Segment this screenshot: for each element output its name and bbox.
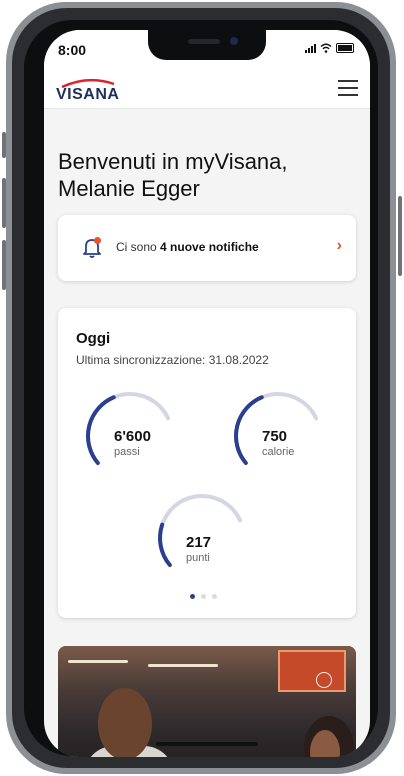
promo-image-card[interactable] xyxy=(58,646,356,757)
side-button-mute xyxy=(2,132,6,158)
person-head xyxy=(98,688,152,757)
app-header: VISANA xyxy=(44,70,370,109)
notifications-count: 4 nuove notifiche xyxy=(160,240,259,254)
pagination-dot[interactable] xyxy=(190,594,195,599)
hamburger-menu-button[interactable] xyxy=(338,80,358,98)
wifi-icon xyxy=(320,43,332,53)
last-sync-label: Ultima sincronizzazione: 31.08.2022 xyxy=(76,353,269,367)
points-gauge: 217 punti xyxy=(152,488,252,572)
steps-gauge: 6'600 passi xyxy=(80,386,180,470)
home-indicator[interactable] xyxy=(156,742,258,746)
side-button-volume-up xyxy=(2,178,6,228)
carousel-pagination xyxy=(190,594,217,599)
steps-value: 6'600 xyxy=(114,428,151,445)
signal-icon xyxy=(305,43,316,53)
phone-screen: 8:00 VISANA Benvenuti in myVisana, Melan… xyxy=(44,30,370,757)
battery-icon xyxy=(336,43,354,53)
calories-label: calorie xyxy=(262,446,295,458)
speaker xyxy=(188,39,220,44)
logo-text: VISANA xyxy=(56,86,120,103)
side-button-power xyxy=(398,196,402,276)
gauge-progress-arc xyxy=(86,395,116,465)
today-title: Oggi xyxy=(76,330,111,347)
notifications-card[interactable]: Ci sono 4 nuove notifiche › xyxy=(58,215,356,281)
calories-value: 750 xyxy=(262,428,288,445)
play-circle-icon[interactable] xyxy=(316,672,332,688)
notifications-prefix: Ci sono xyxy=(116,240,161,254)
side-button-volume-down xyxy=(2,240,6,290)
calories-gauge: 750 calorie xyxy=(228,386,328,470)
ceiling-light xyxy=(68,660,128,663)
bell-icon xyxy=(83,237,101,258)
orange-wall-panel xyxy=(278,650,346,692)
pagination-dot[interactable] xyxy=(212,594,217,599)
hamburger-line xyxy=(338,80,358,82)
hamburger-line xyxy=(338,94,358,96)
greeting-line-1: Benvenuti in myVisana, xyxy=(58,149,288,174)
visana-logo[interactable]: VISANA xyxy=(56,78,126,103)
ceiling-light xyxy=(148,664,218,667)
hamburger-line xyxy=(338,87,358,89)
notch xyxy=(148,30,266,60)
chevron-right-icon: › xyxy=(336,237,342,254)
pagination-dot[interactable] xyxy=(201,594,206,599)
points-value: 217 xyxy=(186,534,212,551)
front-camera xyxy=(230,37,238,45)
today-activity-card[interactable]: Oggi Ultima sincronizzazione: 31.08.2022… xyxy=(58,308,356,618)
steps-label: passi xyxy=(114,446,140,458)
page-title: Benvenuti in myVisana, Melanie Egger xyxy=(58,148,348,202)
status-time: 8:00 xyxy=(58,42,87,58)
notifications-text: Ci sono 4 nuove notifiche xyxy=(116,240,259,254)
status-icons xyxy=(305,43,354,53)
gauge-progress-arc xyxy=(234,395,264,465)
gauge-progress-arc xyxy=(158,522,172,567)
points-label: punti xyxy=(186,552,210,564)
greeting-user-name: Melanie Egger xyxy=(58,176,200,201)
